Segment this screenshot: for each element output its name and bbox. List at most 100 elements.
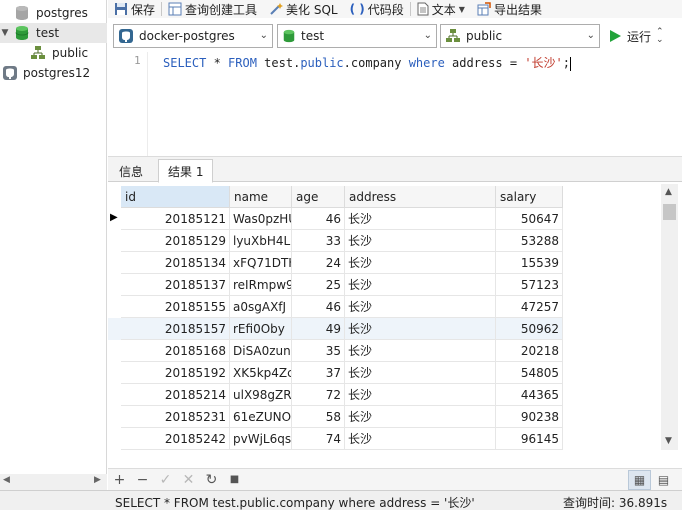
table-row[interactable]: 20185134 xFQ71DTH 24 长沙 15539 [108, 252, 563, 274]
run-button[interactable]: 运行 ⌃ ⌄ [608, 26, 664, 46]
discard-changes-button[interactable]: ✕ [177, 470, 200, 490]
row-selector[interactable] [108, 252, 121, 274]
cell-address[interactable]: 长沙 [345, 406, 496, 428]
table-row[interactable]: 20185155 a0sgAXfJ 46 长沙 47257 [108, 296, 563, 318]
cell-age[interactable]: 33 [292, 230, 345, 252]
cell-name[interactable]: lyuXbH4L [230, 230, 292, 252]
cell-id[interactable]: 20185129 [121, 230, 230, 252]
result-grid[interactable]: id name age address salary ▶ 20185121 Was0… [108, 184, 661, 450]
delete-record-button[interactable]: − [131, 470, 154, 490]
sql-editor[interactable]: 1 SELECT * FROM test.public.company wher… [108, 52, 682, 156]
row-selector[interactable]: ▶ [108, 208, 121, 230]
cell-id[interactable]: 20185168 [121, 340, 230, 362]
cell-salary[interactable]: 44365 [496, 384, 563, 406]
scroll-left-icon[interactable]: ◀ [3, 475, 10, 485]
cell-salary[interactable]: 47257 [496, 296, 563, 318]
cell-salary[interactable]: 54805 [496, 362, 563, 384]
chevron-down-icon[interactable]: ⌄ [587, 30, 595, 41]
cell-name[interactable]: a0sgAXfJ [230, 296, 292, 318]
scroll-up-icon[interactable]: ▲ [665, 187, 672, 197]
scroll-down-icon[interactable]: ▼ [665, 436, 672, 446]
cell-salary[interactable]: 90238 [496, 406, 563, 428]
tree-item-public[interactable]: public [0, 43, 107, 63]
grid-vertical-scrollbar[interactable]: ▲ ▼ [661, 184, 678, 450]
table-row[interactable]: 20185168 DiSA0zun 35 长沙 20218 [108, 340, 563, 362]
cell-name[interactable]: xFQ71DTH [230, 252, 292, 274]
apply-changes-button[interactable]: ✓ [154, 470, 177, 490]
cell-id[interactable]: 20185134 [121, 252, 230, 274]
cell-age[interactable]: 72 [292, 384, 345, 406]
form-view-button[interactable]: ▤ [652, 470, 675, 490]
query-builder-button[interactable]: 查询创建工具 [162, 0, 263, 18]
scroll-right-icon[interactable]: ▶ [94, 475, 101, 485]
cell-age[interactable]: 46 [292, 296, 345, 318]
table-row[interactable]: 20185231 61eZUNOI 58 长沙 90238 [108, 406, 563, 428]
cell-salary[interactable]: 50962 [496, 318, 563, 340]
cell-name[interactable]: Was0pzHU [230, 208, 292, 230]
cell-salary[interactable]: 15539 [496, 252, 563, 274]
column-header-address[interactable]: address [345, 186, 496, 208]
row-selector[interactable] [108, 428, 121, 450]
cell-age[interactable]: 58 [292, 406, 345, 428]
cell-name[interactable]: 61eZUNOI [230, 406, 292, 428]
grid-view-button[interactable]: ▦ [628, 469, 651, 490]
scrollbar-thumb[interactable] [663, 204, 676, 220]
tab-info[interactable]: 信息 [110, 159, 152, 183]
cell-salary[interactable]: 57123 [496, 274, 563, 296]
code-snippet-button[interactable]: ( ) 代码段 [344, 0, 410, 18]
table-row[interactable]: 20185214 ulX98gZR 72 长沙 44365 [108, 384, 563, 406]
cell-id[interactable]: 20185214 [121, 384, 230, 406]
refresh-button[interactable]: ↻ [200, 470, 223, 490]
cell-name[interactable]: XK5kp4Zc [230, 362, 292, 384]
cell-salary[interactable]: 20218 [496, 340, 563, 362]
chevron-down-icon[interactable]: ⌄ [260, 30, 268, 41]
run-options-icon[interactable]: ⌃ ⌄ [656, 28, 664, 45]
dropdown-arrow-icon[interactable]: ▼ [459, 5, 465, 14]
collapse-arrow-icon[interactable]: ▼ [0, 23, 10, 43]
cell-address[interactable]: 长沙 [345, 318, 496, 340]
row-selector[interactable] [108, 384, 121, 406]
tree-item-postgres12[interactable]: postgres12 [0, 63, 107, 83]
cell-address[interactable]: 长沙 [345, 340, 496, 362]
cell-address[interactable]: 长沙 [345, 252, 496, 274]
tab-result-1[interactable]: 结果 1 [158, 159, 214, 183]
cell-salary[interactable]: 53288 [496, 230, 563, 252]
cell-id[interactable]: 20185155 [121, 296, 230, 318]
schema-select[interactable]: public ⌄ [440, 24, 600, 48]
cell-salary[interactable]: 50647 [496, 208, 563, 230]
cell-id[interactable]: 20185137 [121, 274, 230, 296]
column-header-id[interactable]: id [121, 186, 230, 208]
cell-address[interactable]: 长沙 [345, 362, 496, 384]
tree-item-postgres[interactable]: postgres [0, 3, 107, 23]
column-header-salary[interactable]: salary [496, 186, 563, 208]
table-row[interactable]: 20185157 rEfi0Oby 49 长沙 50962 [108, 318, 563, 340]
database-select[interactable]: test ⌄ [277, 24, 437, 48]
row-selector[interactable] [108, 362, 121, 384]
cell-age[interactable]: 49 [292, 318, 345, 340]
cell-address[interactable]: 长沙 [345, 296, 496, 318]
cell-address[interactable]: 长沙 [345, 274, 496, 296]
export-results-button[interactable]: 导出结果 [471, 0, 548, 18]
cell-age[interactable]: 24 [292, 252, 345, 274]
cell-age[interactable]: 46 [292, 208, 345, 230]
cell-address[interactable]: 长沙 [345, 384, 496, 406]
column-header-name[interactable]: name [230, 186, 292, 208]
cell-age[interactable]: 25 [292, 274, 345, 296]
stop-button[interactable]: ■ [223, 470, 246, 490]
cell-name[interactable]: pvWjL6qs [230, 428, 292, 450]
cell-id[interactable]: 20185231 [121, 406, 230, 428]
row-selector[interactable] [108, 230, 121, 252]
cell-address[interactable]: 长沙 [345, 208, 496, 230]
tree-horizontal-scrollbar[interactable]: ◀ ▶ [0, 474, 107, 490]
cell-name[interactable]: ulX98gZR [230, 384, 292, 406]
connection-select[interactable]: docker-postgres ⌄ [113, 24, 273, 48]
cell-salary[interactable]: 96145 [496, 428, 563, 450]
cell-address[interactable]: 长沙 [345, 230, 496, 252]
cell-id[interactable]: 20185121 [121, 208, 230, 230]
text-mode-button[interactable]: 文本 ▼ [411, 0, 471, 18]
add-record-button[interactable]: + [108, 470, 131, 490]
chevron-down-icon[interactable]: ⌄ [424, 30, 432, 41]
tree-item-test[interactable]: ▼ test [0, 23, 107, 43]
sql-code-line[interactable]: SELECT * FROM test.public.company where … [163, 54, 571, 71]
cell-address[interactable]: 长沙 [345, 428, 496, 450]
